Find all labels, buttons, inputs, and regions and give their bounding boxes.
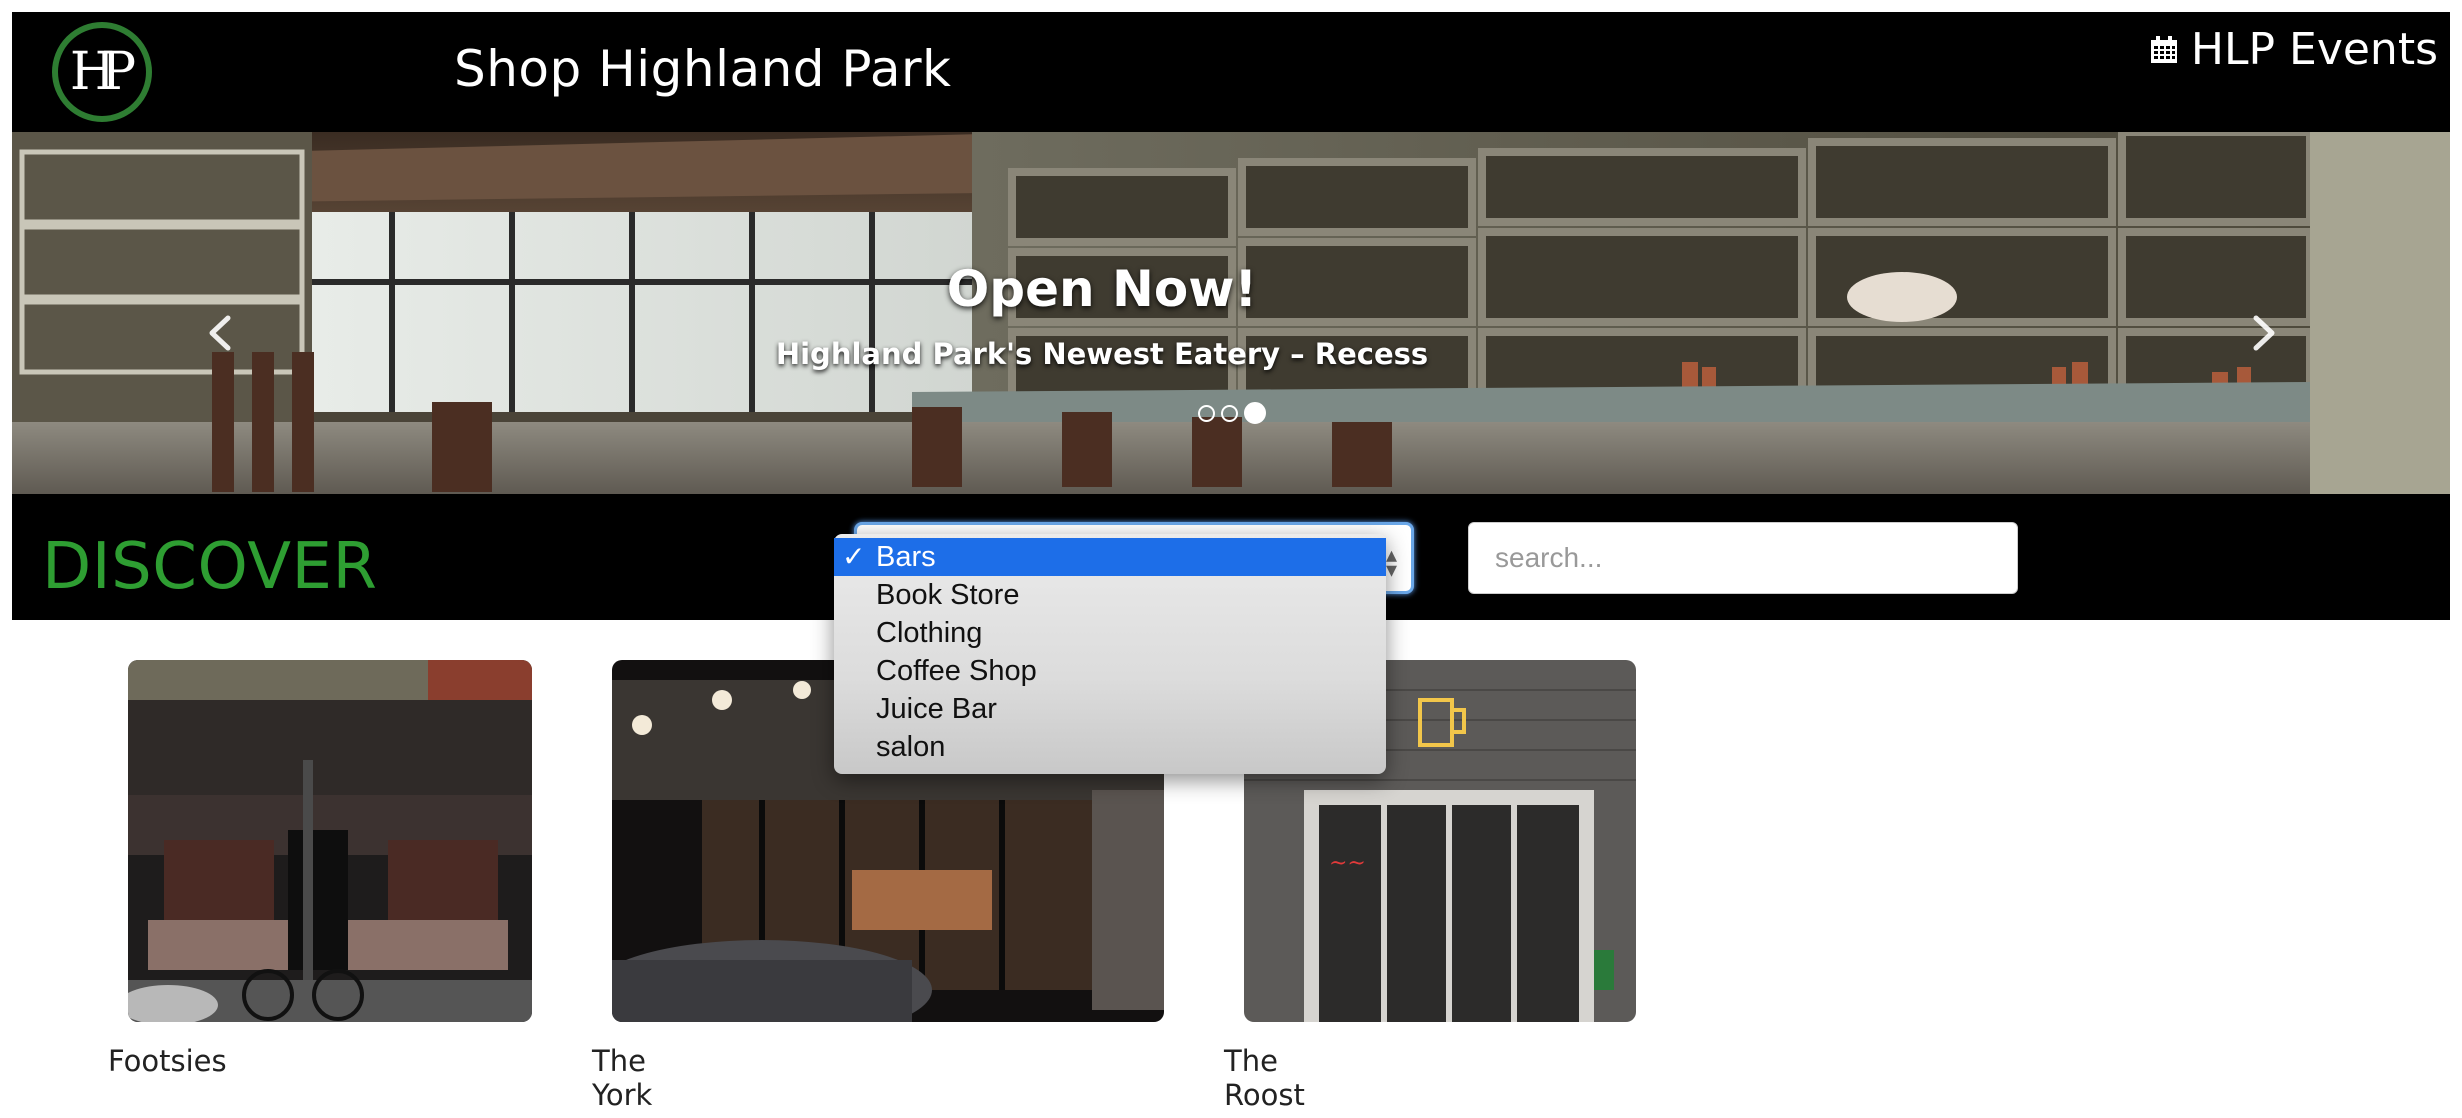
site-header: HP Shop Highland Park HLP Events (12, 12, 2450, 132)
category-option-clothing[interactable]: Clothing (834, 614, 1386, 652)
svg-text:~~: ~~ (1329, 851, 1366, 876)
carousel-heading: Open Now! (946, 260, 1258, 318)
checkmark-icon: ✓ (842, 541, 866, 572)
shop-name-the-york[interactable]: The York (592, 1044, 652, 1112)
category-option-book-store[interactable]: Book Store (834, 576, 1386, 614)
site-title[interactable]: Shop Highland Park (454, 40, 951, 98)
shop-name-footsies[interactable]: Footsies (108, 1044, 227, 1078)
select-updown-icon: ▴ ▾ (1385, 542, 1397, 583)
category-option-coffee-shop[interactable]: Coffee Shop (834, 652, 1386, 690)
search-input[interactable] (1468, 522, 2018, 594)
chevron-left-icon[interactable] (200, 308, 240, 358)
calendar-icon (2150, 35, 2177, 63)
category-option-juice-bar[interactable]: Juice Bar (834, 690, 1386, 728)
carousel-subheading: Highland Park's Newest Eatery – Recess (775, 337, 1429, 371)
category-dropdown-menu: ✓ Bars Book Store Clothing Coffee Shop J… (834, 534, 1386, 774)
category-option-label: Bars (876, 541, 936, 573)
category-option-label: Clothing (876, 617, 983, 649)
hero-carousel: Open Now! Highland Park's Newest Eatery … (12, 132, 2450, 494)
discover-heading: DISCOVER (42, 530, 378, 604)
hlp-events-link[interactable]: HLP Events (2149, 24, 2438, 75)
carousel-indicator-1[interactable] (1198, 404, 1215, 422)
shop-name-the-roost[interactable]: The Roost (1224, 1044, 1305, 1112)
logo-monogram: HP (69, 42, 136, 102)
carousel-indicator-3[interactable] (1244, 402, 1266, 424)
site-logo[interactable]: HP (52, 22, 152, 122)
category-option-label: Coffee Shop (876, 655, 1037, 687)
category-option-salon[interactable]: salon (834, 728, 1386, 766)
category-option-bars[interactable]: ✓ Bars (834, 538, 1386, 576)
category-option-label: Juice Bar (876, 693, 997, 725)
chevron-right-icon[interactable] (2244, 308, 2284, 358)
shop-photo-footsies (128, 660, 532, 1022)
hlp-events-label: HLP Events (2190, 24, 2438, 75)
carousel-indicators (1198, 402, 1266, 424)
category-option-label: salon (876, 731, 946, 763)
category-option-label: Book Store (876, 579, 1020, 611)
carousel-indicator-2[interactable] (1221, 404, 1238, 422)
